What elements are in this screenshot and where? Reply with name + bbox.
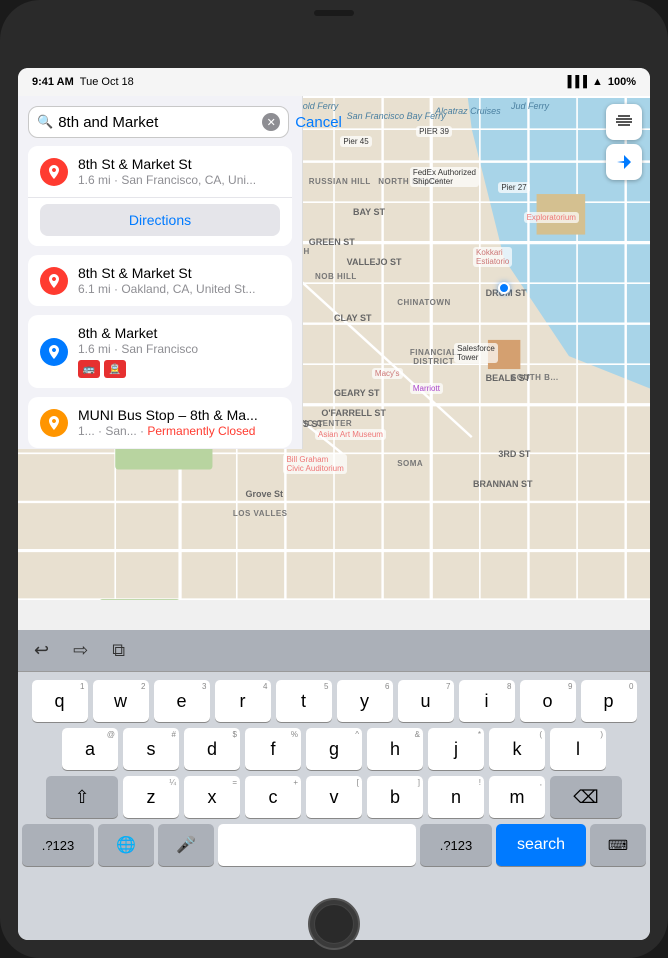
hide-keyboard-button[interactable]: ⌨ — [590, 824, 646, 866]
key-j[interactable]: *j — [428, 728, 484, 770]
screen: 9:41 AM Tue Oct 18 ▐▐▐ ▲ 100% — [18, 68, 650, 940]
key-u[interactable]: 7u — [398, 680, 454, 722]
result-item-3[interactable]: 8th & Market 1.6 mi · San Francisco 🚌 🚊 — [28, 315, 292, 388]
home-button[interactable] — [308, 898, 360, 950]
notch — [314, 10, 354, 16]
numbers-button-right[interactable]: .?123 — [420, 824, 492, 866]
key-z[interactable]: ¼z — [123, 776, 179, 818]
result-subtitle-1: 1.6 mi · San Francisco, CA, Uni... — [78, 173, 280, 187]
result-item-1[interactable]: 8th St & Market St 1.6 mi · San Francisc… — [28, 146, 292, 246]
search-input-container[interactable]: 🔍 ✕ — [28, 106, 289, 138]
signal-bars-icon: ▐▐▐ — [564, 76, 587, 88]
result-title-1: 8th St & Market St — [78, 156, 280, 172]
spacebar[interactable] — [218, 824, 416, 866]
map-layers-button[interactable] — [606, 104, 642, 140]
result-item-2[interactable]: 8th St & Market St 6.1 mi · Oakland, CA,… — [28, 255, 292, 306]
result-title-2: 8th St & Market St — [78, 265, 280, 281]
result-text-3: 8th & Market 1.6 mi · San Francisco 🚌 🚊 — [78, 325, 280, 378]
key-k[interactable]: (k — [489, 728, 545, 770]
key-b[interactable]: ]b — [367, 776, 423, 818]
result-text-1: 8th St & Market St 1.6 mi · San Francisc… — [78, 156, 280, 187]
result-subtitle-4: 1... · San... · Permanently Closed — [78, 424, 280, 438]
map-controls — [606, 104, 642, 180]
status-time: 9:41 AM — [32, 76, 74, 88]
directions-button-1[interactable]: Directions — [40, 204, 280, 236]
undo-button[interactable]: ↩ — [30, 636, 53, 665]
status-bar: 9:41 AM Tue Oct 18 ▐▐▐ ▲ 100% — [18, 68, 650, 96]
search-input[interactable] — [58, 114, 257, 131]
transit-train-icon: 🚊 — [104, 360, 126, 378]
key-row-1: 1q 2w 3e 4r 5t 6y 7u 8i 9o 0p — [22, 680, 646, 722]
clear-icon: ✕ — [267, 116, 276, 129]
key-f[interactable]: %f — [245, 728, 301, 770]
key-g[interactable]: ^g — [306, 728, 362, 770]
result-row-2[interactable]: 8th St & Market St 6.1 mi · Oakland, CA,… — [28, 255, 292, 306]
transit-icons-3: 🚌 🚊 — [78, 360, 280, 378]
key-s[interactable]: #s — [123, 728, 179, 770]
search-return-button[interactable]: search — [496, 824, 586, 866]
result-subtitle-3: 1.6 mi · San Francisco — [78, 342, 280, 356]
key-n[interactable]: !n — [428, 776, 484, 818]
key-p[interactable]: 0p — [581, 680, 637, 722]
key-d[interactable]: $d — [184, 728, 240, 770]
numbers-button-left[interactable]: .?123 — [22, 824, 94, 866]
microphone-button[interactable]: 🎤 — [158, 824, 214, 866]
result-subtitle-2: 6.1 mi · Oakland, CA, United St... — [78, 282, 280, 296]
keyboard-rows: 1q 2w 3e 4r 5t 6y 7u 8i 9o 0p @a #s $d %… — [18, 672, 650, 870]
subtitle-text-4: 1... · San... · — [78, 424, 147, 438]
home-button-inner — [314, 904, 354, 944]
key-y[interactable]: 6y — [337, 680, 393, 722]
clear-input-button[interactable]: ✕ — [262, 113, 280, 131]
cancel-button[interactable]: Cancel — [295, 114, 342, 131]
keyboard-area: ↩ ⇨ ⧉ 1q 2w 3e 4r 5t 6y 7u 8i 9o 0p — [18, 630, 650, 940]
key-c[interactable]: +c — [245, 776, 301, 818]
paste-button[interactable]: ⧉ — [108, 636, 129, 665]
key-row-2: @a #s $d %f ^g &h *j (k )l — [22, 728, 646, 770]
status-date: Tue Oct 18 — [80, 76, 134, 88]
transit-bus-icon: 🚌 — [78, 360, 100, 378]
key-a[interactable]: @a — [62, 728, 118, 770]
key-o[interactable]: 9o — [520, 680, 576, 722]
key-v[interactable]: [v — [306, 776, 362, 818]
pin-red-icon-1 — [40, 158, 68, 186]
key-row-4: .?123 🌐 🎤 .?123 search ⌨ — [22, 824, 646, 866]
keyboard-toolbar: ↩ ⇨ ⧉ — [18, 630, 650, 672]
location-arrow-button[interactable] — [606, 144, 642, 180]
result-item-4[interactable]: MUNI Bus Stop – 8th & Ma... 1... · San..… — [28, 397, 292, 448]
permanently-closed-label: Permanently Closed — [147, 424, 255, 438]
pin-orange-icon-4 — [40, 409, 68, 437]
shift-button[interactable]: ⇧ — [46, 776, 118, 818]
result-title-3: 8th & Market — [78, 325, 280, 341]
pin-red-icon-2 — [40, 267, 68, 295]
directions-btn-container-1: Directions — [28, 197, 292, 246]
globe-button[interactable]: 🌐 — [98, 824, 154, 866]
delete-button[interactable]: ⌫ — [550, 776, 622, 818]
search-panel: 🔍 ✕ Cancel 8th St & — [18, 96, 303, 449]
pin-blue-icon-3 — [40, 338, 68, 366]
result-text-4: MUNI Bus Stop – 8th & Ma... 1... · San..… — [78, 407, 280, 438]
result-row-1[interactable]: 8th St & Market St 1.6 mi · San Francisc… — [28, 146, 292, 197]
search-magnifier-icon: 🔍 — [37, 114, 53, 130]
key-l[interactable]: )l — [550, 728, 606, 770]
result-text-2: 8th St & Market St 6.1 mi · Oakland, CA,… — [78, 265, 280, 296]
wifi-icon: ▲ — [592, 76, 603, 88]
key-r[interactable]: 4r — [215, 680, 271, 722]
search-bar-row: 🔍 ✕ Cancel — [18, 96, 302, 146]
device-frame: 9:41 AM Tue Oct 18 ▐▐▐ ▲ 100% — [0, 0, 668, 958]
key-q[interactable]: 1q — [32, 680, 88, 722]
key-x[interactable]: =x — [184, 776, 240, 818]
result-row-4[interactable]: MUNI Bus Stop – 8th & Ma... 1... · San..… — [28, 397, 292, 448]
key-w[interactable]: 2w — [93, 680, 149, 722]
result-title-4: MUNI Bus Stop – 8th & Ma... — [78, 407, 280, 423]
key-row-3: ⇧ ¼z =x +c [v ]b !n ,m ⌫ — [22, 776, 646, 818]
key-t[interactable]: 5t — [276, 680, 332, 722]
result-row-3[interactable]: 8th & Market 1.6 mi · San Francisco 🚌 🚊 — [28, 315, 292, 388]
key-e[interactable]: 3e — [154, 680, 210, 722]
key-h[interactable]: &h — [367, 728, 423, 770]
key-i[interactable]: 8i — [459, 680, 515, 722]
battery-icon: 100% — [608, 76, 636, 88]
redo-button[interactable]: ⇨ — [69, 636, 92, 665]
key-m[interactable]: ,m — [489, 776, 545, 818]
status-right: ▐▐▐ ▲ 100% — [564, 76, 636, 88]
